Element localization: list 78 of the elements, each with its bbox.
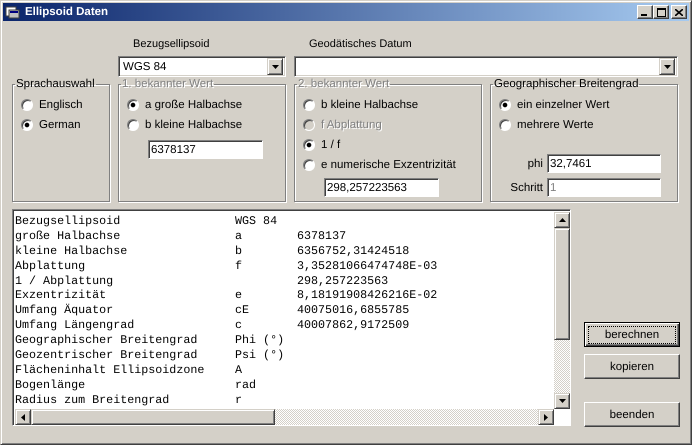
vertical-scrollbar[interactable] — [554, 212, 570, 409]
app-icon — [5, 5, 21, 19]
dropdown[interactable] — [294, 56, 678, 77]
scroll-thumb[interactable] — [31, 409, 275, 425]
dropdown[interactable]: WGS 84 — [118, 56, 286, 77]
radio-label[interactable]: ein einzelner Wert — [517, 98, 610, 110]
maximize-button[interactable] — [653, 5, 669, 19]
radio-label[interactable]: mehrere Werte — [517, 118, 594, 130]
selector-label: Bezugsellipsoid — [132, 38, 210, 52]
output-label: kleine Halbachse — [15, 244, 128, 259]
output-symbol: Psi (°) — [235, 348, 286, 363]
action-button[interactable]: beenden — [584, 402, 680, 427]
output-symbol: A — [235, 362, 244, 378]
right-arrow-icon — [544, 414, 548, 420]
output-value: 40075016,6855785 — [297, 303, 410, 318]
dropdown-button[interactable] — [267, 58, 283, 75]
output-symbol: a — [235, 228, 244, 244]
scroll-down-button[interactable] — [554, 393, 570, 409]
radio-button[interactable] — [21, 98, 33, 110]
output-symbol: c — [235, 318, 244, 334]
output-symbol: WGS 84 — [235, 214, 278, 229]
output-value: 8,18191908426216E-02 — [297, 288, 438, 304]
horizontal-scrollbar[interactable] — [15, 409, 554, 425]
caret-icon — [664, 64, 670, 68]
scroll-left-button[interactable] — [15, 409, 31, 425]
caret-icon — [272, 64, 278, 68]
selector-label: Geodätisches Datum — [308, 38, 413, 52]
output-label: Umfang Längengrad — [15, 318, 136, 334]
output-label: große Halbachse — [15, 228, 122, 244]
input-field[interactable]: 32,7461 — [547, 154, 661, 173]
group-title: 2. bekannter Wert — [297, 78, 390, 90]
output-value: 6356752,31424518 — [297, 244, 410, 259]
output-text-area[interactable] — [12, 209, 571, 426]
output-symbol: Phi (°) — [235, 333, 286, 348]
output-label: 1 / Abplattung — [15, 274, 114, 288]
up-arrow-icon — [558, 218, 566, 222]
maximize-icon — [656, 8, 666, 16]
group-title: Sprachauswahl — [15, 78, 96, 90]
group-title: 1. bekannter Wert — [121, 78, 214, 90]
output-label: Geozentrischer Breitengrad — [15, 348, 198, 363]
output-symbol: r — [235, 392, 244, 408]
output-symbol: rad — [235, 378, 258, 393]
scroll-thumb[interactable] — [554, 228, 570, 340]
radio-label[interactable]: German — [39, 118, 81, 130]
output-label: Umfang Äquator — [15, 303, 114, 318]
output-label: Flächeninhalt Ellipsoidzone — [15, 362, 206, 378]
window-title: Ellipsoid Daten — [25, 6, 110, 18]
output-value: 298,257223563 — [297, 274, 390, 288]
output-label: Bogenlänge — [15, 378, 86, 393]
output-symbol: b — [235, 244, 244, 259]
output-label: Bezugsellipsoid — [15, 214, 122, 229]
output-value: 6378137 — [297, 228, 348, 244]
output-value: 3,35281066474748E-03 — [297, 258, 438, 274]
group-title: Geographischer Breitengrad — [493, 78, 640, 90]
close-button[interactable] — [671, 5, 687, 19]
output-label: Abplattung — [15, 258, 86, 274]
output-symbol: f — [235, 258, 244, 274]
field-label: Schritt — [509, 182, 543, 194]
radio-button[interactable] — [499, 98, 511, 110]
scroll-right-button[interactable] — [538, 409, 554, 425]
output-symbol: cE — [235, 303, 250, 318]
field-label: phi — [526, 158, 543, 170]
dropdown-button[interactable] — [659, 58, 675, 75]
action-button[interactable]: berechnen — [584, 322, 680, 347]
left-arrow-icon — [21, 414, 25, 420]
scroll-up-button[interactable] — [554, 212, 570, 228]
down-arrow-icon — [558, 399, 566, 403]
output-label: Exzentrizität — [15, 288, 108, 304]
minimize-button[interactable] — [637, 5, 653, 19]
radio-button[interactable] — [21, 118, 33, 130]
output-label: Radius zum Breitengrad — [15, 392, 170, 408]
close-icon — [675, 8, 683, 16]
action-button[interactable]: kopieren — [584, 354, 680, 379]
output-label: Geographischer Breitengrad — [15, 333, 198, 348]
output-symbol: e — [235, 288, 244, 304]
radio-button[interactable] — [499, 118, 511, 130]
output-value: 40007862,9172509 — [297, 318, 410, 334]
radio-label[interactable]: Englisch — [39, 98, 82, 110]
